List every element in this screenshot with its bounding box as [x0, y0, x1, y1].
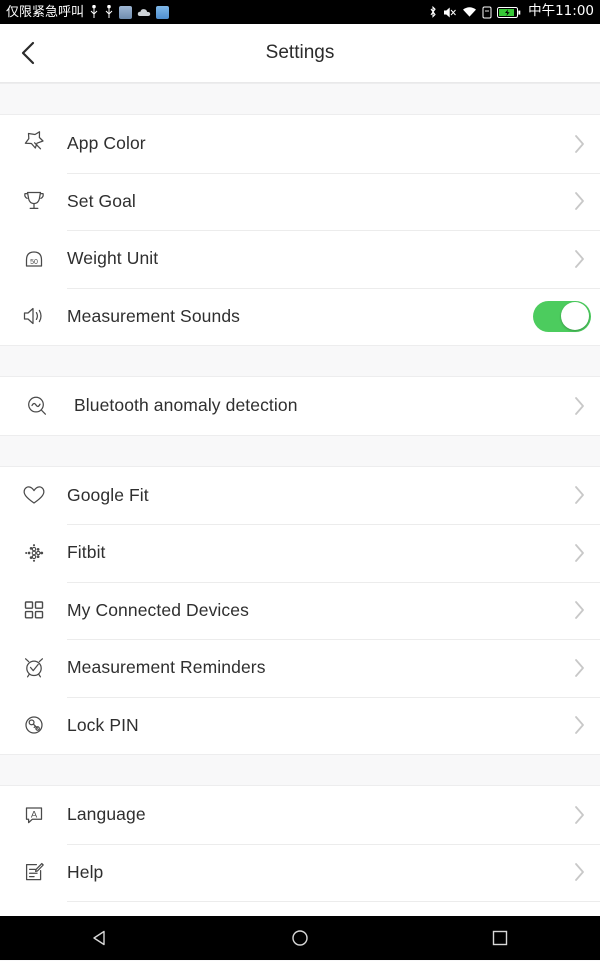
battery-charging-icon — [497, 6, 521, 19]
app-icon — [156, 6, 169, 19]
settings-group-preferences: App Color Set Goal — [0, 115, 600, 345]
note-edit-icon — [0, 857, 67, 887]
weight-50-icon: 50 — [0, 244, 67, 274]
settings-row-label: Measurement Sounds — [67, 306, 524, 327]
carrier-label: 仅限紧急呼叫 — [6, 6, 84, 19]
fitbit-dots-icon — [0, 538, 67, 568]
settings-row-label: Language — [67, 804, 558, 825]
page-title: Settings — [0, 42, 600, 64]
chevron-left-icon — [18, 39, 38, 67]
chevron-right-icon — [558, 395, 600, 417]
back-button[interactable] — [0, 24, 56, 82]
settings-row-label: Set Goal — [67, 191, 558, 212]
speaker-sound-icon — [0, 301, 67, 331]
app-icon — [119, 6, 132, 19]
magic-wand-star-icon — [0, 129, 67, 159]
settings-row-measurement-reminders[interactable]: Measurement Reminders — [0, 639, 600, 697]
toggle-knob — [561, 302, 589, 330]
status-bar-left: 仅限紧急呼叫 — [6, 5, 169, 19]
chevron-right-icon — [558, 861, 600, 883]
settings-row-label: Fitbit — [67, 542, 558, 563]
language-a-icon: A — [0, 800, 67, 830]
chevron-right-icon — [558, 714, 600, 736]
measurement-sounds-toggle[interactable] — [533, 301, 591, 332]
nav-recents-button[interactable] — [460, 916, 540, 960]
heart-icon — [0, 480, 67, 510]
cloud-icon — [137, 7, 151, 17]
settings-row-help[interactable]: Help — [0, 844, 600, 902]
chevron-right-icon — [558, 542, 600, 564]
key-circle-icon — [0, 710, 67, 740]
settings-row-label: Lock PIN — [67, 715, 558, 736]
settings-row-language[interactable]: A Language — [0, 786, 600, 844]
chevron-right-icon — [558, 484, 600, 506]
grid-squares-icon — [0, 595, 67, 625]
settings-row-label: Help — [67, 862, 558, 883]
home-circle-icon — [290, 928, 310, 948]
settings-row-label: App Color — [67, 133, 558, 154]
app-header: Settings — [0, 24, 600, 83]
group-separator — [0, 435, 600, 467]
anomaly-search-icon — [0, 391, 74, 421]
language-icon-text: A — [30, 809, 37, 820]
settings-row-fitbit[interactable]: Fitbit — [0, 524, 600, 582]
settings-row-label: Bluetooth anomaly detection — [74, 395, 558, 416]
settings-group-integrations: Google Fit — [0, 467, 600, 755]
chevron-right-icon — [558, 804, 600, 826]
settings-row-weight-unit[interactable]: 50 Weight Unit — [0, 230, 600, 288]
usb-icon — [89, 5, 99, 19]
settings-row-label: Weight Unit — [67, 248, 558, 269]
mute-icon — [443, 6, 457, 19]
weight-icon-text: 50 — [30, 259, 38, 266]
recents-square-icon — [490, 928, 510, 948]
group-separator — [0, 83, 600, 115]
settings-row-lock-pin[interactable]: Lock PIN — [0, 697, 600, 755]
settings-row-set-goal[interactable]: Set Goal — [0, 173, 600, 231]
settings-row-label: Google Fit — [67, 485, 558, 506]
settings-row-label: My Connected Devices — [67, 600, 558, 621]
chevron-right-icon — [558, 599, 600, 621]
settings-row-label: Measurement Reminders — [67, 657, 558, 678]
sim-icon — [482, 6, 492, 19]
settings-row-my-connected-devices[interactable]: My Connected Devices — [0, 582, 600, 640]
settings-row-app-color[interactable]: App Color — [0, 115, 600, 173]
settings-row-bluetooth-anomaly-detection[interactable]: Bluetooth anomaly detection — [0, 377, 600, 435]
chevron-right-icon — [558, 248, 600, 270]
trophy-icon — [0, 186, 67, 216]
settings-row-google-fit[interactable]: Google Fit — [0, 467, 600, 525]
wifi-icon — [462, 6, 477, 18]
settings-row-measurement-sounds[interactable]: Measurement Sounds — [0, 288, 600, 346]
status-bar-right: 中午11:00 — [428, 5, 594, 19]
settings-list[interactable]: App Color Set Goal — [0, 83, 600, 961]
chevron-right-icon — [558, 133, 600, 155]
bluetooth-icon — [428, 5, 438, 19]
status-bar: 仅限紧急呼叫 中午11:00 — [0, 0, 600, 24]
alarm-clock-icon — [0, 653, 67, 683]
measurement-sounds-toggle-cell — [524, 301, 600, 332]
chevron-right-icon — [558, 190, 600, 212]
back-triangle-icon — [90, 928, 110, 948]
group-separator — [0, 754, 600, 786]
usb-icon — [104, 5, 114, 19]
nav-back-button[interactable] — [60, 916, 140, 960]
android-navigation-bar — [0, 916, 600, 960]
chevron-right-icon — [558, 657, 600, 679]
settings-group-bluetooth: Bluetooth anomaly detection — [0, 377, 600, 435]
nav-home-button[interactable] — [260, 916, 340, 960]
clock-label: 中午11:00 — [528, 5, 594, 19]
group-separator — [0, 345, 600, 377]
